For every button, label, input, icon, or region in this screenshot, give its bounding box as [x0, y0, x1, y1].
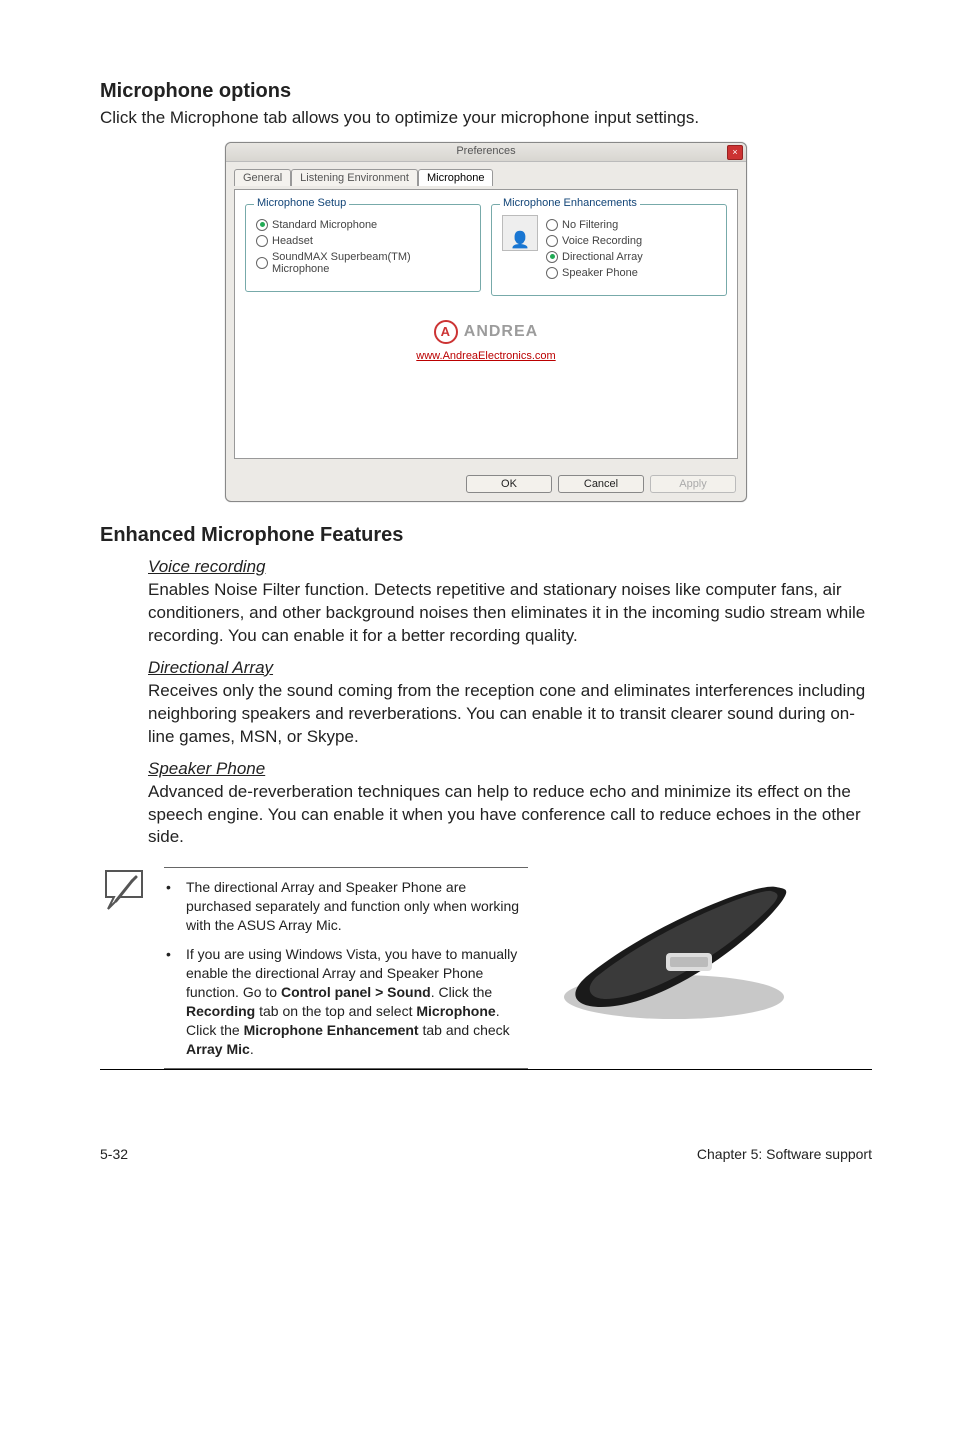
radio-superbeam[interactable]: SoundMAX Superbeam(TM) Microphone: [256, 251, 470, 275]
dialog-title: Preferences: [456, 145, 515, 157]
radio-icon: [256, 235, 268, 247]
tab-general[interactable]: General: [234, 169, 291, 186]
feature-body-speaker-phone: Advanced de-reverberation techniques can…: [148, 781, 872, 850]
product-image: [546, 867, 802, 1032]
footer-chapter: Chapter 5: Software support: [697, 1146, 872, 1162]
andrea-logo: A ANDREA: [434, 320, 538, 344]
radio-icon: [546, 235, 558, 247]
radio-voice-recording[interactable]: Voice Recording: [546, 235, 643, 247]
footer-page-number: 5-32: [100, 1146, 128, 1162]
heading-enhanced-features: Enhanced Microphone Features: [100, 524, 872, 547]
radio-icon: [256, 257, 268, 269]
feature-title-voice-recording: Voice recording: [148, 557, 872, 577]
andrea-logo-text: ANDREA: [464, 323, 538, 341]
note-text: The directional Array and Speaker Phone …: [186, 878, 526, 935]
cancel-button[interactable]: Cancel: [558, 475, 644, 493]
radio-headset[interactable]: Headset: [256, 235, 470, 247]
radio-label: Standard Microphone: [272, 219, 377, 231]
radio-label: Voice Recording: [562, 235, 642, 247]
close-icon[interactable]: ×: [727, 145, 743, 160]
tab-microphone[interactable]: Microphone: [418, 169, 493, 186]
apply-button[interactable]: Apply: [650, 475, 736, 493]
radio-standard-microphone[interactable]: Standard Microphone: [256, 219, 470, 231]
feature-title-speaker-phone: Speaker Phone: [148, 759, 872, 779]
feature-body-directional-array: Receives only the sound coming from the …: [148, 680, 872, 749]
radio-directional-array[interactable]: Directional Array: [546, 251, 643, 263]
heading-microphone-options: Microphone options: [100, 80, 872, 103]
radio-label: Directional Array: [562, 251, 643, 263]
radio-label: No Filtering: [562, 219, 618, 231]
group-microphone-setup: Microphone Setup Standard Microphone Hea…: [245, 204, 481, 292]
bullet-icon: •: [166, 878, 174, 935]
tab-listening-environment[interactable]: Listening Environment: [291, 169, 418, 186]
tab-panel-microphone: Microphone Setup Standard Microphone Hea…: [234, 189, 738, 459]
preferences-dialog: Preferences × General Listening Environm…: [225, 142, 747, 502]
group-legend-enh: Microphone Enhancements: [500, 197, 640, 209]
note-item: • The directional Array and Speaker Phon…: [166, 878, 526, 935]
feature-body-voice-recording: Enables Noise Filter function. Detects r…: [148, 579, 872, 648]
tabbar: General Listening Environment Microphone: [234, 168, 738, 185]
radio-label: Speaker Phone: [562, 267, 638, 279]
avatar-icon: 👤: [502, 215, 538, 251]
radio-label: Headset: [272, 235, 313, 247]
andrea-mark-icon: A: [434, 320, 458, 344]
group-microphone-enhancements: Microphone Enhancements 👤 No Filtering: [491, 204, 727, 296]
bullet-icon: •: [166, 945, 174, 1058]
intro-text: Click the Microphone tab allows you to o…: [100, 107, 872, 130]
ok-button[interactable]: OK: [466, 475, 552, 493]
radio-icon: [546, 267, 558, 279]
radio-icon: [256, 219, 268, 231]
note-box: • The directional Array and Speaker Phon…: [164, 867, 528, 1069]
note-icon: [102, 867, 150, 920]
radio-icon: [546, 219, 558, 231]
andrea-link[interactable]: www.AndreaElectronics.com: [245, 350, 727, 362]
radio-no-filtering[interactable]: No Filtering: [546, 219, 643, 231]
feature-title-directional-array: Directional Array: [148, 658, 872, 678]
radio-icon: [546, 251, 558, 263]
radio-label: SoundMAX Superbeam(TM) Microphone: [272, 251, 470, 275]
radio-speaker-phone[interactable]: Speaker Phone: [546, 267, 643, 279]
note-item: • If you are using Windows Vista, you ha…: [166, 945, 526, 1058]
note-text: If you are using Windows Vista, you have…: [186, 945, 526, 1058]
group-legend-setup: Microphone Setup: [254, 197, 349, 209]
